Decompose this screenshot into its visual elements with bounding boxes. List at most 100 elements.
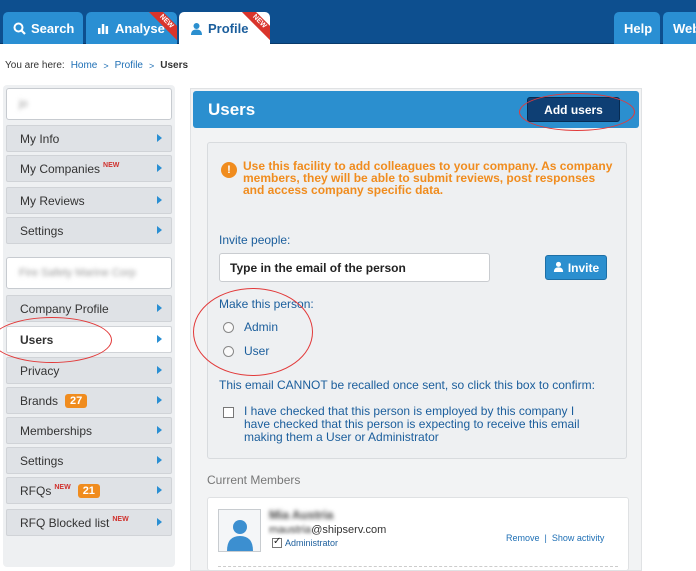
invite-button[interactable]: Invite (545, 255, 607, 280)
sidebar-item-label: Users (20, 332, 54, 347)
separator: | (544, 533, 547, 543)
current-members-label: Current Members (207, 473, 301, 487)
sidebar-item-users[interactable]: Users (6, 326, 172, 353)
sidebar-item-privacy[interactable]: Privacy (6, 357, 172, 384)
tab-help-label: Help (624, 20, 653, 36)
member-actions: Remove | Show activity (506, 533, 604, 543)
person-icon (553, 261, 564, 275)
user-name-box: jo (6, 88, 172, 120)
sidebar: jo My Info My Companies NEW My Reviews Se… (3, 85, 175, 567)
chevron-right-icon (157, 196, 162, 204)
tab-analyse[interactable]: Analyse NEW (86, 12, 177, 44)
chevron-right-icon (157, 426, 162, 434)
sidebar-item-rfq-blocked-list[interactable]: RFQ Blocked list NEW (6, 509, 172, 536)
sidebar-item-label: Brands (20, 393, 59, 408)
member-email-user: maustria (269, 524, 312, 536)
chevron-right-icon: > (149, 60, 155, 71)
show-activity-link[interactable]: Show activity (552, 533, 605, 543)
info-icon: ! (221, 162, 237, 178)
breadcrumb-current: Users (160, 60, 189, 71)
member-email-domain: @shipserv.com (311, 524, 387, 536)
company-name-box: Fire Safety Marine Corp (6, 257, 172, 289)
member-role-label: Administrator (285, 538, 339, 548)
users-header: Users Add users (193, 91, 639, 128)
sidebar-item-rfqs[interactable]: RFQs NEW 21 (6, 477, 172, 504)
invite-label: Invite people: (219, 233, 291, 247)
tab-profile[interactable]: Profile NEW (179, 12, 270, 44)
confirm-row[interactable]: I have checked that this person is emplo… (223, 405, 584, 444)
invite-form: ! Use this facility to add colleagues to… (207, 142, 627, 459)
chevron-right-icon (157, 486, 162, 494)
count-badge: 27 (65, 393, 88, 408)
member-email: maustria@shipserv.com (269, 524, 386, 536)
sidebar-item-label: Privacy (20, 363, 60, 378)
sidebar-item-label: RFQs (20, 483, 52, 498)
tab-web[interactable]: Web (663, 12, 696, 44)
tab-analyse-label: Analyse (115, 20, 165, 36)
user-radio[interactable] (223, 345, 234, 357)
sidebar-item-label: Memberships (20, 423, 93, 438)
chevron-right-icon (157, 366, 162, 374)
remove-link[interactable]: Remove (506, 533, 540, 543)
sidebar-item-label: My Companies (20, 161, 101, 176)
avatar (218, 509, 261, 552)
info-message: Use this facility to add colleagues to y… (243, 159, 613, 197)
confirm-warning: This email CANNOT be recalled once sent,… (219, 378, 595, 392)
breadcrumb-prefix: You are here: (5, 60, 65, 71)
tab-help[interactable]: Help (614, 12, 660, 44)
chevron-right-icon (157, 518, 162, 526)
new-badge: NEW (112, 516, 129, 523)
sidebar-item-settings[interactable]: Settings (6, 217, 172, 244)
company-name: Fire Safety Marine Corp (19, 267, 136, 279)
sidebar-item-company-settings[interactable]: Settings (6, 447, 172, 474)
sidebar-item-label: My Reviews (20, 193, 85, 208)
sidebar-item-my-companies[interactable]: My Companies NEW (6, 155, 172, 182)
page-title: Users (208, 100, 256, 119)
confirm-checkbox[interactable] (223, 407, 234, 418)
sidebar-item-label: RFQ Blocked list (20, 515, 110, 530)
tab-search-label: Search (31, 20, 75, 36)
tab-web-label: Web (673, 20, 696, 36)
breadcrumb-profile-link[interactable]: Profile (115, 60, 143, 71)
breadcrumb-home-link[interactable]: Home (71, 60, 98, 71)
role-user-label: User (244, 344, 270, 358)
sidebar-item-brands[interactable]: Brands 27 (6, 387, 172, 414)
user-name: jo (19, 98, 28, 110)
member-card: Mia Austria maustria@shipserv.com Admini… (207, 497, 629, 571)
sidebar-item-memberships[interactable]: Memberships (6, 417, 172, 444)
role-user-option[interactable]: User (223, 344, 269, 358)
sidebar-item-my-info[interactable]: My Info (6, 125, 172, 152)
sidebar-item-label: Settings (20, 223, 64, 238)
chevron-right-icon (157, 396, 162, 404)
chevron-right-icon (157, 456, 162, 464)
role-label: Make this person: (219, 297, 314, 311)
sidebar-item-company-profile[interactable]: Company Profile (6, 295, 172, 322)
chevron-right-icon (157, 304, 162, 312)
new-badge: NEW (54, 484, 71, 491)
invite-button-label: Invite (567, 260, 600, 275)
bar-chart-icon (96, 21, 110, 35)
email-field[interactable] (219, 253, 490, 282)
chevron-right-icon (157, 335, 162, 343)
chevron-right-icon (157, 226, 162, 234)
tab-profile-label: Profile (208, 20, 249, 36)
administrator-checkbox[interactable] (272, 536, 282, 548)
breadcrumb: You are here: Home > Profile > Users (5, 60, 188, 71)
member-role: Administrator (272, 536, 339, 548)
member-name: Mia Austria (269, 508, 334, 522)
person-icon (226, 520, 253, 551)
chevron-right-icon (157, 164, 162, 172)
confirm-text: I have checked that this person is emplo… (244, 404, 580, 444)
role-admin-label: Admin (244, 320, 279, 334)
sidebar-item-my-reviews[interactable]: My Reviews (6, 187, 172, 214)
sidebar-item-label: Company Profile (20, 301, 109, 316)
add-users-button[interactable]: Add users (527, 97, 620, 122)
chevron-right-icon: > (103, 60, 109, 71)
sidebar-item-label: My Info (20, 131, 60, 146)
tab-search[interactable]: Search (3, 12, 83, 44)
top-navigation: Search Analyse NEW Profile NEW Help Web (0, 0, 696, 44)
count-badge: 21 (77, 483, 100, 498)
chevron-right-icon (157, 134, 162, 142)
admin-radio[interactable] (223, 321, 234, 333)
role-admin-option[interactable]: Admin (223, 320, 278, 334)
